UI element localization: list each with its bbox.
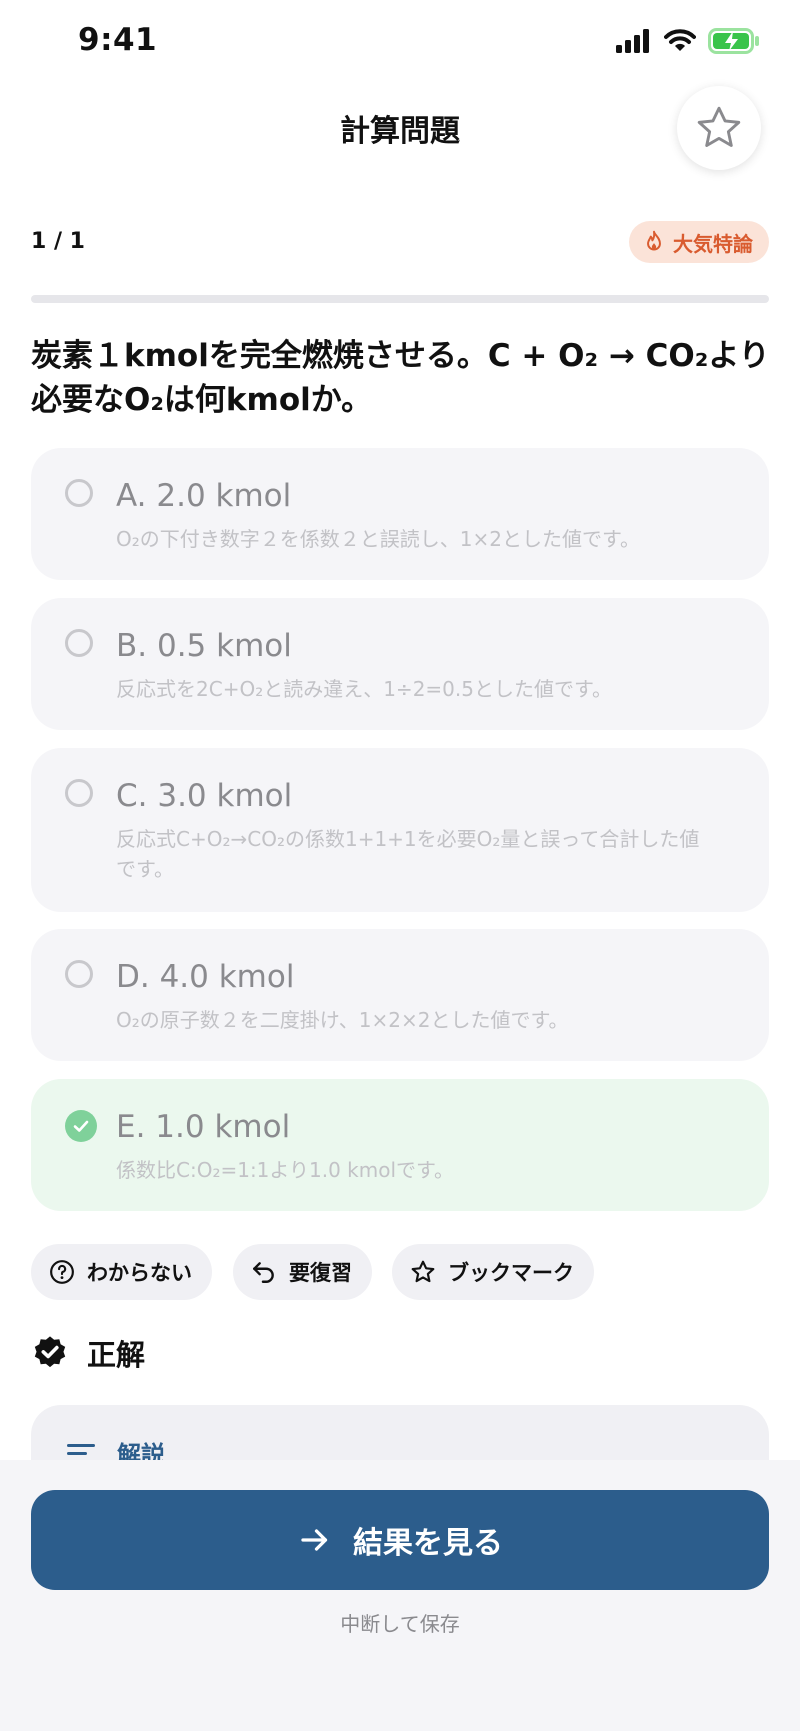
- choice-label: D. 4.0 kmol: [116, 959, 295, 995]
- choice-explanation: 反応式C+O₂→CO₂の係数1+1+1を必要O₂量と誤って合計した値です。: [116, 827, 700, 881]
- choice-explanation: O₂の原子数２を二度掛け、1×2×2とした値です。: [116, 1008, 569, 1032]
- view-results-label: 結果を見る: [353, 1526, 503, 1561]
- battery-charging-icon: [708, 28, 759, 54]
- choice-d[interactable]: D. 4.0 kmol O₂の原子数２を二度掛け、1×2×2とした値です。: [31, 929, 769, 1061]
- choice-e[interactable]: E. 1.0 kmol 係数比C:O₂=1:1より1.0 kmolです。: [31, 1079, 769, 1211]
- check-circle-icon: [65, 1110, 97, 1142]
- category-tag-label: 大気特論: [673, 231, 753, 256]
- progress-bar: [31, 295, 769, 303]
- result-indicator: 正解: [31, 1332, 145, 1374]
- question-circle-icon: [50, 1260, 74, 1284]
- radio-icon: [65, 960, 93, 988]
- dont-know-label: わからない: [87, 1261, 192, 1285]
- radio-icon: [65, 629, 93, 657]
- undo-arrow-icon: [253, 1262, 274, 1283]
- radio-icon: [65, 779, 93, 807]
- flame-icon: [647, 230, 661, 251]
- choice-label: B. 0.5 kmol: [116, 628, 292, 664]
- view-results-button[interactable]: 結果を見る: [31, 1490, 769, 1590]
- review-button[interactable]: 要復習: [233, 1244, 372, 1300]
- result-label: 正解: [87, 1338, 146, 1372]
- star-icon: [697, 106, 741, 147]
- question-text: 炭素１kmolを完全燃焼させる。C + O₂ → CO₂より必要なO₂は何kmo…: [31, 338, 770, 418]
- cellular-signal-icon: [616, 29, 649, 53]
- suspend-save-link[interactable]: 中断して保存: [0, 1608, 800, 1637]
- radio-icon: [65, 479, 93, 507]
- choice-c[interactable]: C. 3.0 kmol 反応式C+O₂→CO₂の係数1+1+1を必要O₂量と誤っ…: [31, 748, 769, 912]
- choice-label: E. 1.0 kmol: [116, 1109, 291, 1145]
- bookmark-label: ブックマーク: [448, 1261, 574, 1285]
- verified-badge-icon: [34, 1336, 66, 1368]
- wifi-icon: [664, 29, 696, 51]
- arrow-right-icon: [301, 1529, 328, 1551]
- star-outline-icon: [411, 1260, 435, 1283]
- bottom-bar: 結果を見る 中断して保存: [0, 1460, 800, 1731]
- choice-explanation: O₂の下付き数字２を係数２と誤読し、1×2とした値です。: [116, 527, 640, 551]
- choice-a[interactable]: A. 2.0 kmol O₂の下付き数字２を係数２と誤読し、1×2とした値です。: [31, 448, 769, 580]
- status-icons: [616, 28, 760, 54]
- question-counter: 1 / 1: [31, 229, 85, 254]
- choice-explanation: 係数比C:O₂=1:1より1.0 kmolです。: [116, 1158, 455, 1182]
- dont-know-button[interactable]: わからない: [31, 1244, 212, 1300]
- choice-label: A. 2.0 kmol: [116, 478, 292, 514]
- review-label: 要復習: [289, 1261, 352, 1285]
- bookmark-button[interactable]: ブックマーク: [392, 1244, 594, 1300]
- status-bar: 9:41: [0, 0, 800, 88]
- status-time: 9:41: [78, 22, 158, 58]
- choice-label: C. 3.0 kmol: [116, 778, 293, 814]
- category-tag: 大気特論: [629, 221, 769, 263]
- favorite-button[interactable]: [677, 86, 761, 170]
- choice-explanation: 反応式を2C+O₂と読み違え、1÷2=0.5とした値です。: [116, 677, 612, 701]
- choice-b[interactable]: B. 0.5 kmol 反応式を2C+O₂と読み違え、1÷2=0.5とした値です…: [31, 598, 769, 730]
